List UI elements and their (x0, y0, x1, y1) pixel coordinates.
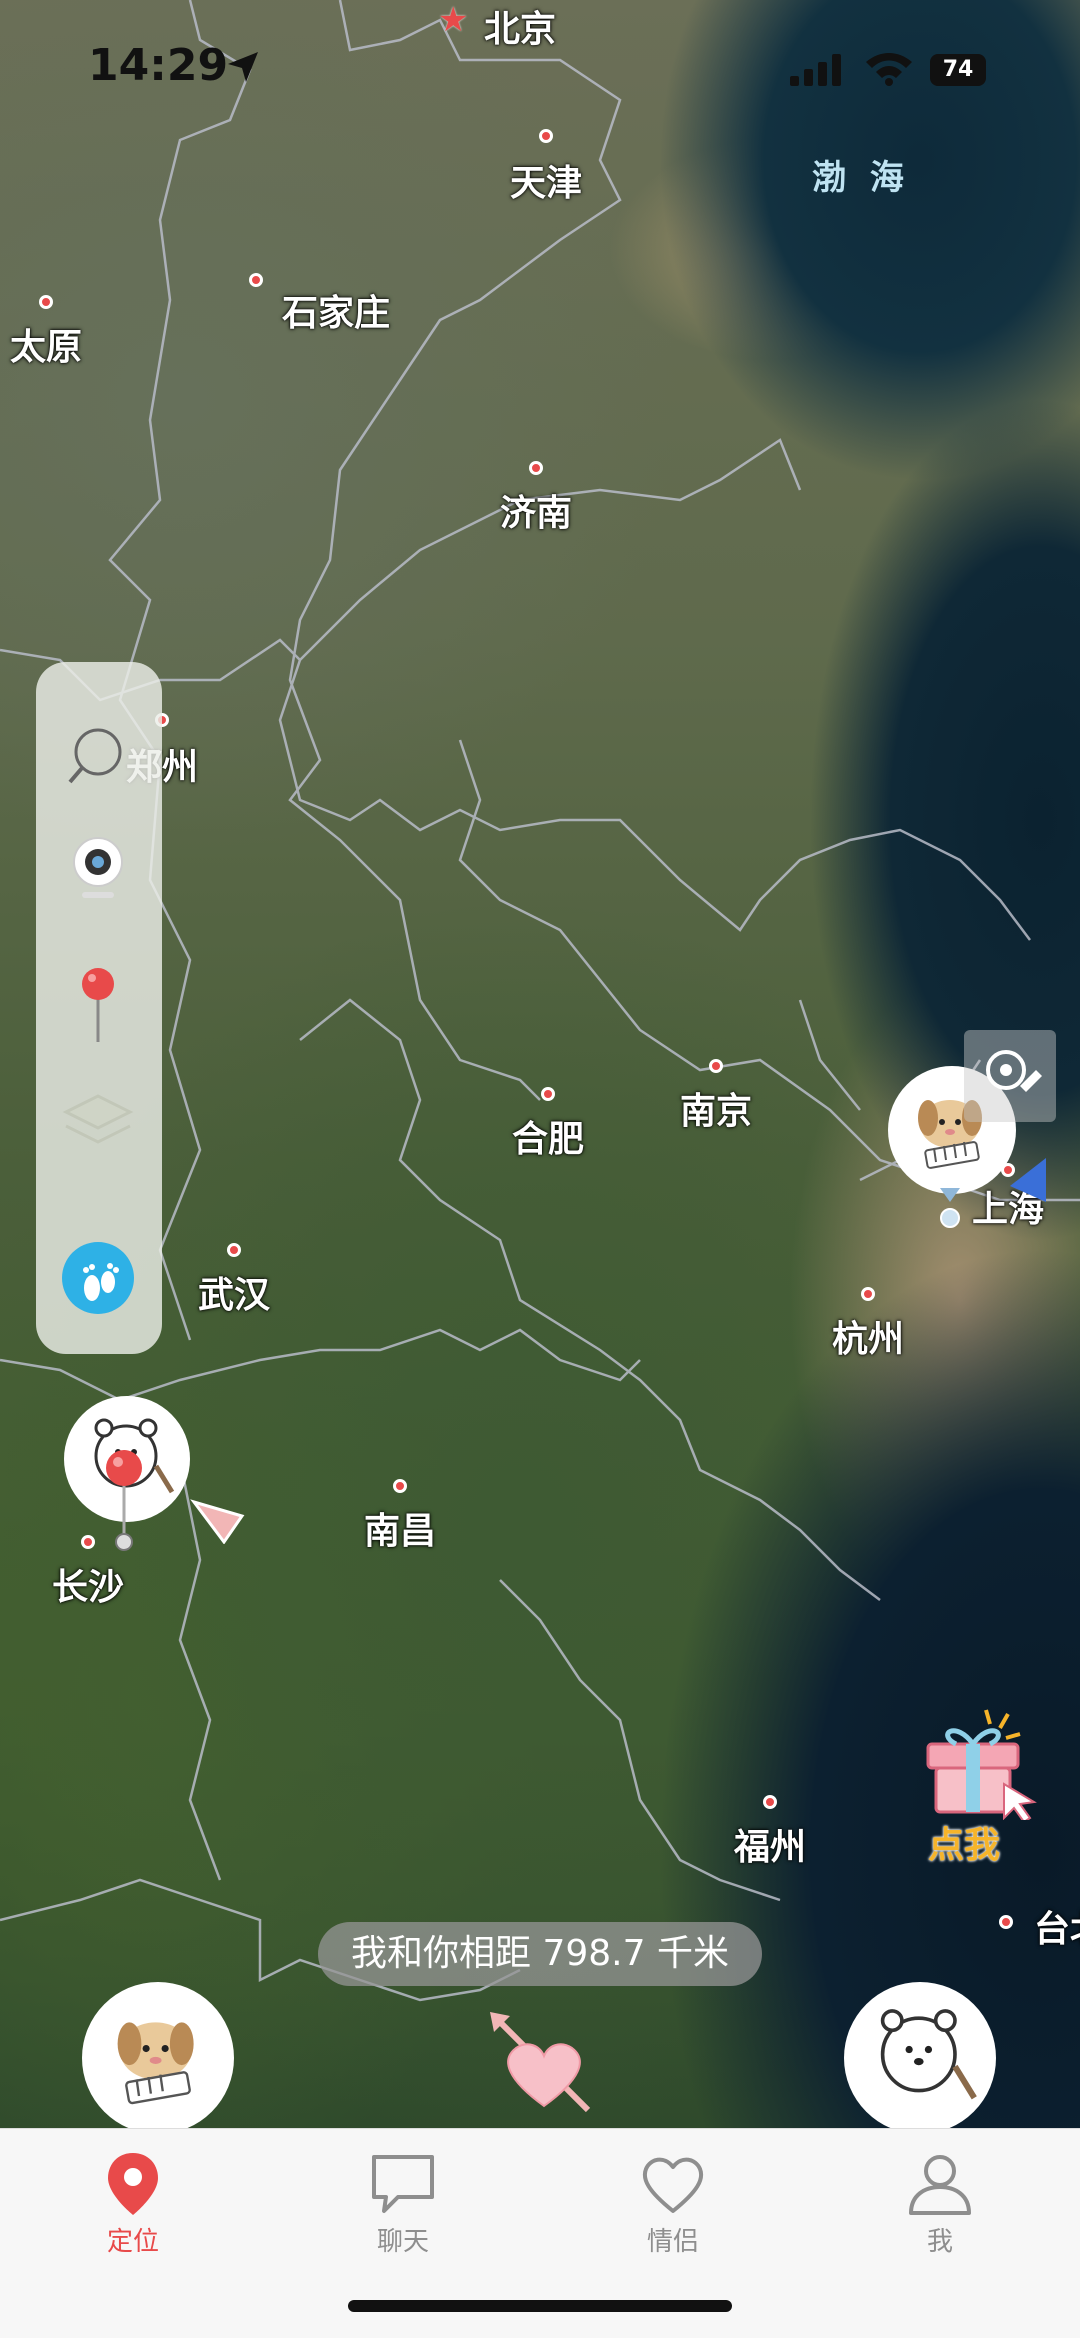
city-name: 杭州 (831, 1319, 905, 1360)
camera-button[interactable] (36, 822, 162, 912)
tab-me[interactable]: 我 (850, 2149, 1030, 2258)
heart-arrow-icon[interactable] (488, 2010, 598, 2120)
pin-icon (82, 968, 114, 1042)
my-direction-arrow (190, 1499, 245, 1544)
city-dot (861, 1287, 875, 1301)
heart-icon (642, 2157, 704, 2213)
footprint-button[interactable] (36, 1236, 162, 1326)
city-name: 南昌 (363, 1511, 437, 1552)
my-location-pin-icon (106, 1450, 142, 1551)
city-name: 济南 (499, 493, 573, 534)
search-icon (68, 728, 122, 784)
layers-icon (62, 1094, 134, 1144)
tab-couple[interactable]: 情侣 (583, 2149, 763, 2258)
city-dot (541, 1087, 555, 1101)
camera-icon (73, 837, 123, 898)
city-name: 天津 (509, 163, 583, 204)
pin-button[interactable] (36, 962, 162, 1052)
chat-icon (372, 2155, 434, 2213)
status-time: 14:29 (88, 40, 229, 91)
city-dot (249, 273, 263, 287)
city-name: 台北 (1034, 1909, 1080, 1950)
edit-location-button[interactable] (964, 1030, 1056, 1122)
city-dot (763, 1795, 777, 1809)
map-toolbar (36, 662, 162, 1354)
home-indicator (348, 2300, 732, 2312)
search-button[interactable] (36, 712, 162, 802)
city-dot (709, 1059, 723, 1073)
tab-label: 情侣 (646, 2227, 699, 2257)
city-dot (529, 461, 543, 475)
tab-label: 聊天 (376, 2227, 429, 2257)
city-dot (393, 1479, 407, 1493)
partner-avatar[interactable] (82, 1982, 234, 2134)
dog-avatar-icon (117, 2022, 194, 2105)
city-dot (81, 1535, 95, 1549)
city-name: 福州 (733, 1827, 807, 1868)
tab-chat[interactable]: 聊天 (313, 2149, 493, 2258)
gift-box-icon (926, 1709, 1037, 1824)
city-dot (39, 295, 53, 309)
city-dot (999, 1915, 1013, 1929)
profile-icon (909, 2155, 971, 2215)
bear-avatar-icon (880, 2009, 977, 2100)
battery-indicator: 74 (930, 54, 986, 86)
partner-direction-arrow (1010, 1158, 1046, 1202)
tab-location[interactable]: 定位 (43, 2149, 223, 2258)
my-avatar[interactable] (844, 1982, 996, 2134)
status-bar: 14:29 74 (0, 0, 1080, 140)
city-dot (227, 1243, 241, 1257)
location-services-icon (228, 52, 258, 82)
distance-label: 我和你相距 798.7 千米 (318, 1922, 762, 1986)
city-name: 太原 (9, 327, 83, 368)
location-edit-icon (986, 1050, 1042, 1092)
wifi-icon (866, 53, 912, 86)
satellite-map[interactable]: 渤 海 ★ 北京 天津 石家庄 太原 济南 郑州 合肥 南京 上海 武汉 杭州 … (0, 0, 1080, 2134)
gift-label[interactable]: 点我 (928, 1816, 1000, 1868)
location-icon (108, 2153, 158, 2215)
footprint-icon (62, 1242, 134, 1314)
city-name: 合肥 (511, 1119, 585, 1160)
partner-location-dot (940, 1188, 960, 1228)
sea-label-bohai: 渤 海 (812, 158, 910, 198)
layers-button[interactable] (36, 1072, 162, 1162)
city-name: 石家庄 (281, 293, 391, 334)
city-name: 武汉 (197, 1275, 271, 1316)
tab-label: 我 (926, 2227, 953, 2257)
city-name: 南京 (679, 1091, 753, 1132)
city-name: 长沙 (51, 1567, 125, 1608)
tab-label: 定位 (106, 2227, 159, 2257)
cellular-signal-icon (790, 54, 841, 86)
